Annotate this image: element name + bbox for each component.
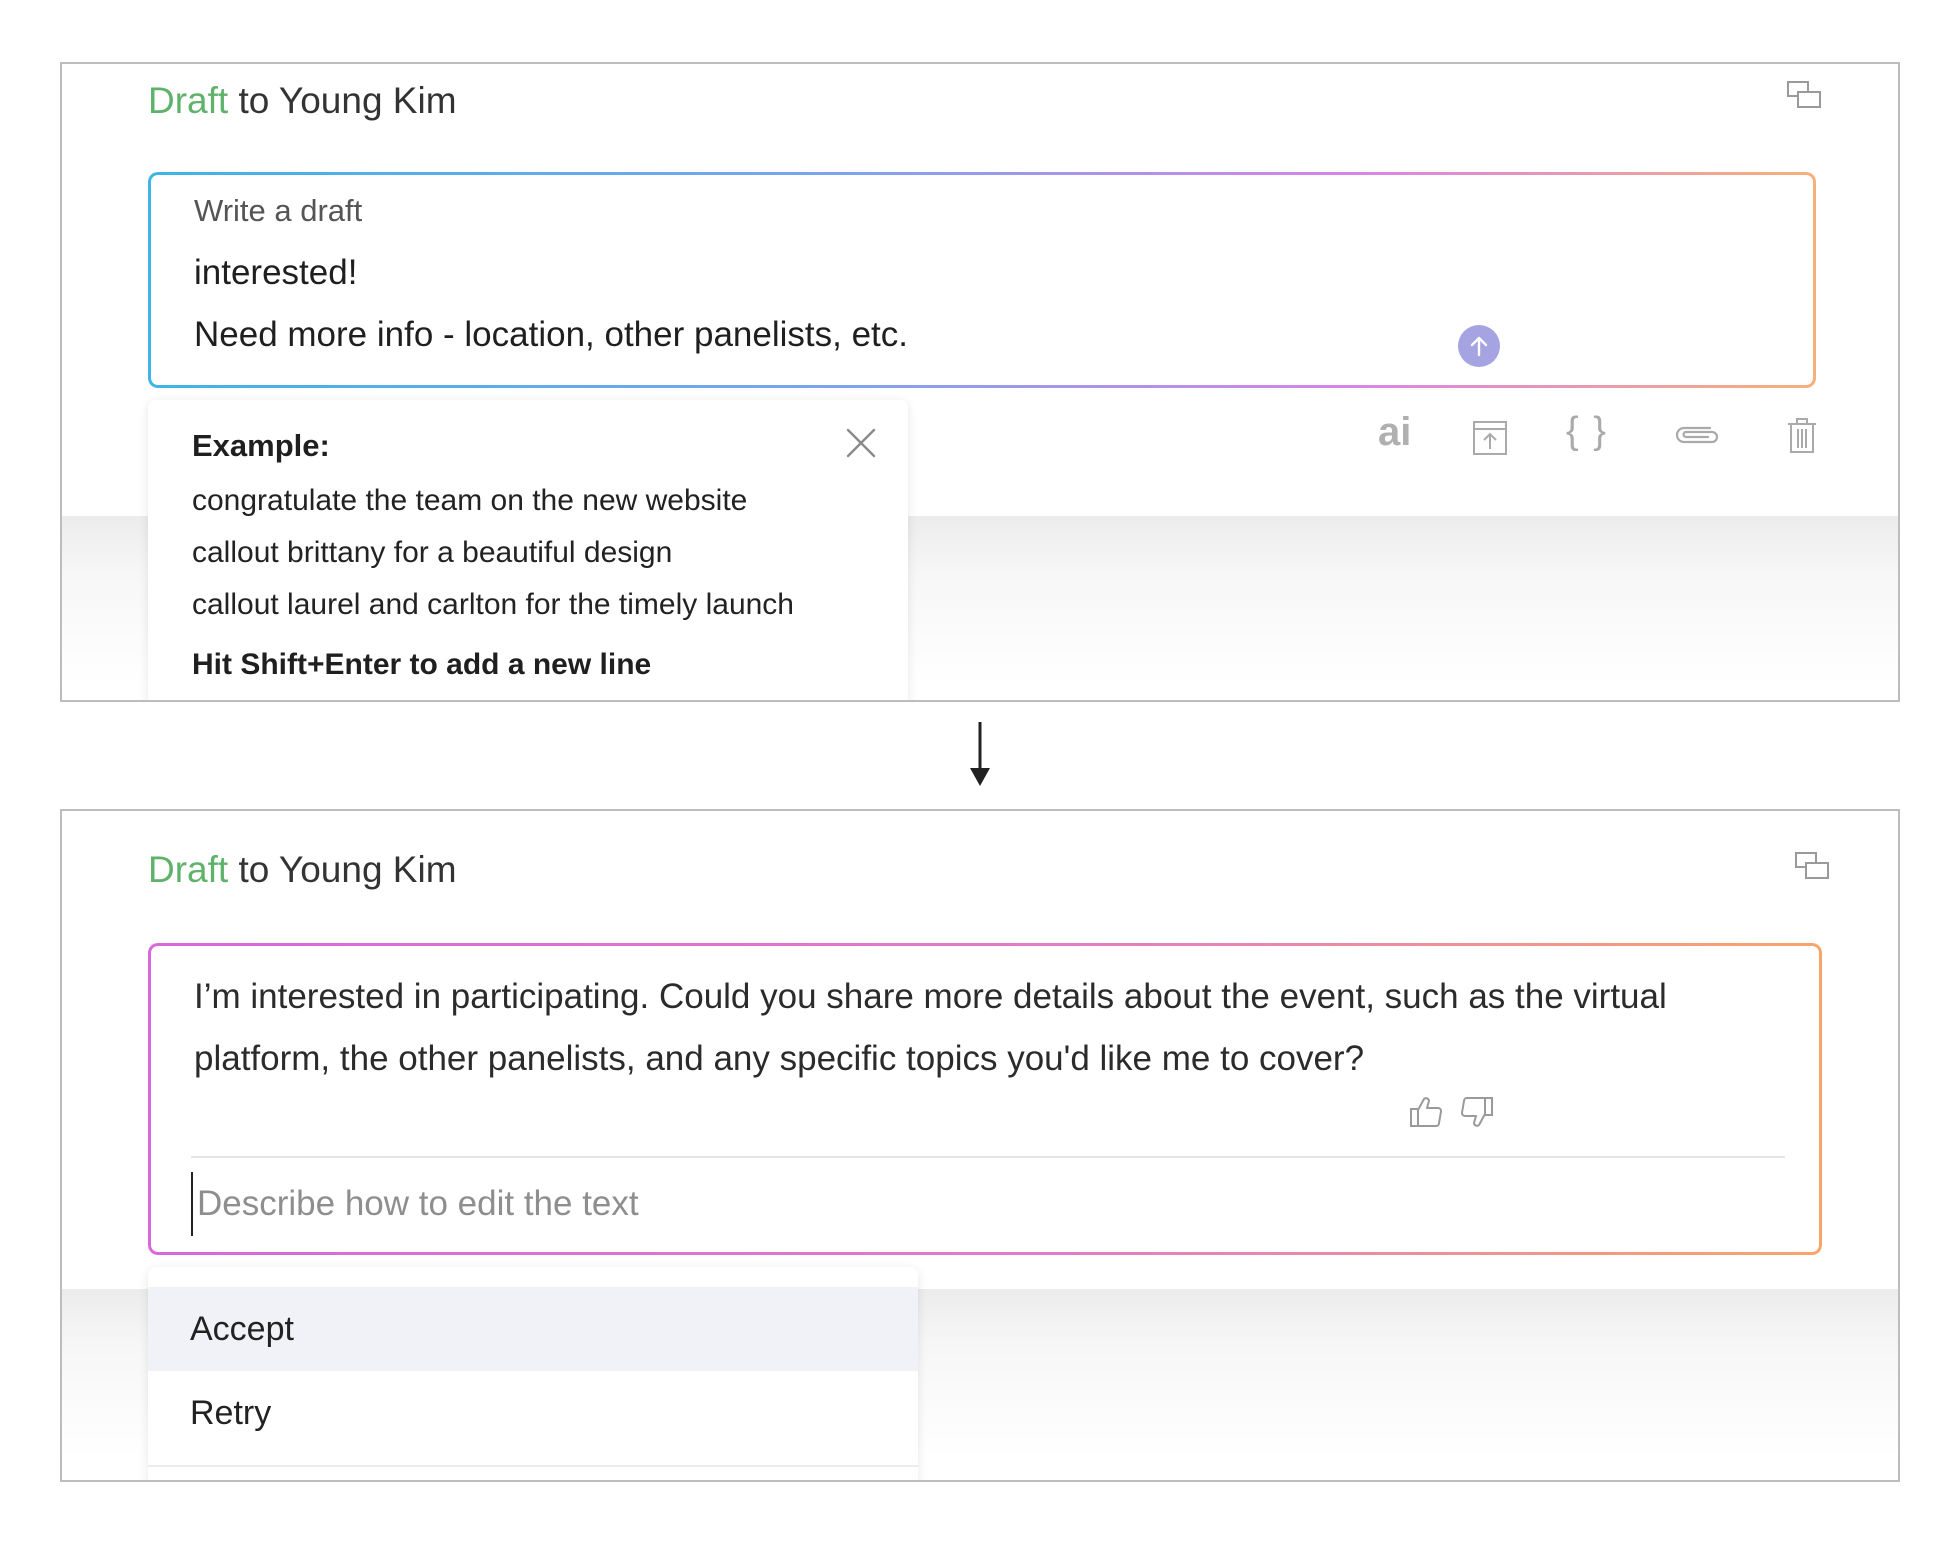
paperclip-icon[interactable]: [1672, 422, 1722, 448]
panel-title: Draft to Young Kim: [148, 80, 457, 122]
panel-title: Draft to Young Kim: [148, 849, 457, 891]
action-menu: Accept Retry: [148, 1267, 918, 1480]
example-hint: Hit Shift+Enter to add a new line: [192, 648, 652, 681]
close-icon[interactable]: [844, 426, 878, 460]
example-item: callout laurel and carlton for the timel…: [192, 588, 794, 621]
generated-draft-text: I’m interested in participating. Could y…: [194, 977, 1667, 1078]
arrow-up-icon: [1470, 336, 1488, 357]
example-item: congratulate the team on the new website: [192, 484, 748, 517]
send-button[interactable]: [1458, 325, 1500, 367]
title-rest: to Young Kim: [228, 80, 457, 121]
edit-instruction-input[interactable]: [191, 1172, 1785, 1236]
thumbs-up-icon[interactable]: [1408, 1094, 1444, 1130]
accept-menu-item[interactable]: Accept: [148, 1287, 918, 1371]
divider: [148, 1465, 918, 1467]
example-item: callout brittany for a beautiful design: [192, 536, 673, 569]
trash-icon[interactable]: [1786, 418, 1818, 454]
ai-icon[interactable]: ai: [1378, 412, 1411, 452]
popout-icon[interactable]: [1794, 851, 1830, 881]
example-popup: Example: congratulate the team on the ne…: [148, 400, 908, 700]
compose-label: Write a draft: [194, 193, 363, 228]
ai-result-box: I’m interested in participating. Could y…: [148, 943, 1822, 1255]
draft-panel-before: Draft to Young Kim Write a draft interes…: [60, 62, 1900, 702]
compose-text-line[interactable]: interested!: [194, 253, 357, 293]
title-rest: to Young Kim: [228, 849, 457, 890]
compose-text-line[interactable]: Need more info - location, other panelis…: [194, 315, 908, 355]
example-title: Example:: [192, 428, 330, 463]
divider: [191, 1156, 1785, 1158]
title-accent: Draft: [148, 80, 229, 121]
draft-panel-after: Draft to Young Kim I’m interested in par…: [60, 809, 1900, 1482]
thumbs-down-icon[interactable]: [1459, 1094, 1495, 1130]
compose-box[interactable]: Write a draft interested! Need more info…: [148, 172, 1816, 388]
title-accent: Draft: [148, 849, 229, 890]
upload-icon[interactable]: [1472, 420, 1508, 456]
retry-menu-item[interactable]: Retry: [148, 1371, 918, 1455]
arrow-down-icon: [970, 722, 990, 786]
popout-icon[interactable]: [1786, 80, 1822, 110]
braces-icon[interactable]: { }: [1566, 412, 1608, 450]
